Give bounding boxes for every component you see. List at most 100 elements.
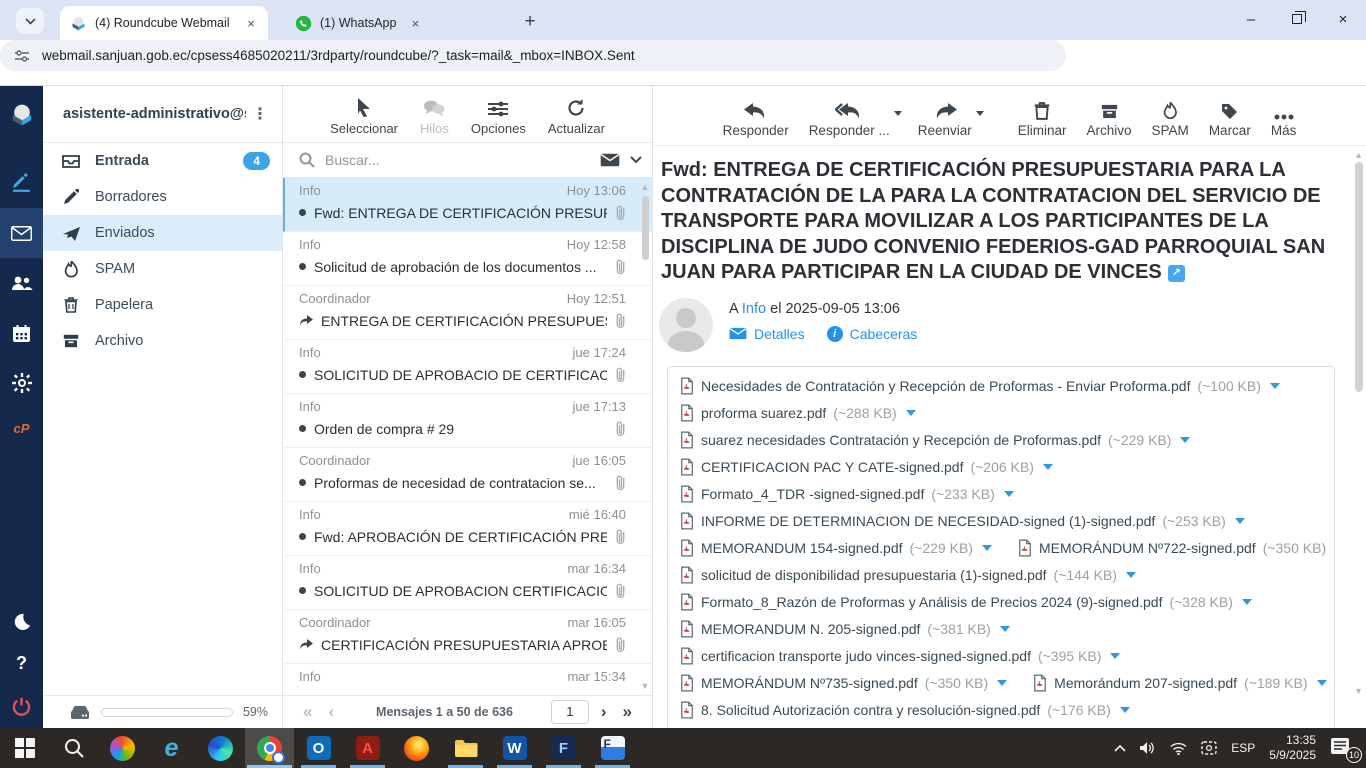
file-explorer-icon[interactable]: [441, 728, 490, 768]
cast-icon[interactable]: [1201, 741, 1217, 755]
wifi-icon[interactable]: [1170, 742, 1187, 755]
details-toggle[interactable]: Detalles: [729, 326, 805, 342]
attachment-item[interactable]: Formato_8_Razón de Proformas y Análisis …: [680, 593, 1252, 611]
forward-button[interactable]: Reenviar: [918, 103, 972, 138]
volume-icon[interactable]: [1140, 741, 1156, 755]
list-scrollbar-thumb[interactable]: [642, 196, 649, 260]
message-row[interactable]: Infojue 17:13 Orden de compra # 29: [283, 394, 652, 448]
attachment-item[interactable]: MEMORANDUM 154-signed.pdf(~229 KB): [680, 539, 992, 557]
attachment-item[interactable]: suarez necesidades Contratación y Recepc…: [680, 431, 1190, 449]
tab-close-icon[interactable]: ×: [406, 14, 424, 32]
url-bar[interactable]: webmail.sanjuan.gob.ec/cpsess4685020211/…: [0, 40, 1066, 71]
reply-all-button[interactable]: Responder ...: [809, 103, 890, 138]
next-page-button[interactable]: ›: [593, 702, 615, 722]
attachment-menu-caret[interactable]: [997, 680, 1007, 686]
start-button[interactable]: [0, 728, 49, 768]
attachment-item[interactable]: 8. Solicitud Autorización contra y resol…: [680, 701, 1130, 719]
attachment-menu-caret[interactable]: [1120, 707, 1130, 713]
attachment-item[interactable]: proforma suarez.pdf(~288 KB): [680, 404, 916, 422]
open-in-new-icon[interactable]: ↗: [1168, 265, 1185, 282]
url-text[interactable]: webmail.sanjuan.gob.ec/cpsess4685020211/…: [42, 48, 635, 63]
attachment-menu-caret[interactable]: [982, 545, 992, 551]
language-indicator[interactable]: ESP: [1231, 741, 1255, 755]
folder-entrada[interactable]: Entrada 4: [43, 143, 282, 179]
spam-button[interactable]: SPAM: [1152, 102, 1189, 138]
prev-page-button[interactable]: ‹: [320, 702, 342, 722]
tray-expand-icon[interactable]: [1114, 744, 1126, 752]
unknown-app-icon-1[interactable]: F: [539, 728, 588, 768]
mail-nav-icon[interactable]: [0, 208, 43, 258]
attachment-item[interactable]: Formato_4_TDR -signed-signed.pdf(~233 KB…: [680, 485, 1014, 503]
tab-search-icon[interactable]: [16, 8, 44, 34]
attachment-menu-caret[interactable]: [1126, 572, 1136, 578]
copilot-icon[interactable]: [98, 728, 147, 768]
cpanel-icon[interactable]: cP: [0, 408, 43, 448]
options-button[interactable]: Opciones: [471, 101, 526, 136]
contacts-nav-icon[interactable]: [0, 258, 43, 308]
compose-icon[interactable]: [0, 158, 43, 208]
message-row[interactable]: Coordinadormar 16:05 CERTIFICACIÓN PRESU…: [283, 610, 652, 664]
attachment-menu-caret[interactable]: [906, 410, 916, 416]
attachment-menu-caret[interactable]: [1317, 680, 1327, 686]
unknown-app-icon-2[interactable]: F: [588, 728, 637, 768]
site-settings-icon[interactable]: [14, 48, 30, 64]
message-row[interactable]: Infomié 16:40 Fwd: APROBACIÓN DE CERTIFI…: [283, 502, 652, 556]
search-placeholder[interactable]: Buscar...: [325, 152, 590, 168]
folder-spam[interactable]: SPAM: [43, 251, 282, 287]
attachment-item[interactable]: solicitud de disponibilidad presupuestar…: [680, 566, 1136, 584]
tab-close-icon[interactable]: ×: [244, 14, 258, 32]
message-row[interactable]: InfoHoy 12:58 Solicitud de aprobación de…: [283, 232, 652, 286]
firefox-icon[interactable]: [392, 728, 441, 768]
search-bar[interactable]: Buscar...: [283, 143, 652, 178]
dark-mode-icon[interactable]: [0, 600, 43, 642]
logout-icon[interactable]: [0, 684, 43, 728]
word-icon[interactable]: W: [490, 728, 539, 768]
attachment-item[interactable]: certificacion transporte judo vinces-sig…: [680, 647, 1120, 665]
calendar-nav-icon[interactable]: [0, 308, 43, 358]
message-row[interactable]: Infomar 16:34 SOLICITUD DE APROBACION CE…: [283, 556, 652, 610]
internet-explorer-icon[interactable]: e: [147, 728, 196, 768]
settings-nav-icon[interactable]: [0, 358, 43, 408]
forward-caret-icon[interactable]: [976, 111, 984, 116]
attachment-item[interactable]: MEMORANDUM N. 205-signed.pdf(~381 KB): [680, 620, 1010, 638]
attachment-menu-caret[interactable]: [1180, 437, 1190, 443]
refresh-list-button[interactable]: Actualizar: [548, 99, 605, 136]
mark-button[interactable]: Marcar: [1209, 103, 1251, 138]
message-row[interactable]: Coordinadorjue 16:05 Proformas de necesi…: [283, 448, 652, 502]
new-tab-button[interactable]: +: [518, 10, 542, 34]
window-restore-button[interactable]: [1274, 0, 1320, 38]
list-scroll-down-icon[interactable]: ▼: [640, 681, 650, 691]
clock[interactable]: 13:35 5/9/2025: [1269, 733, 1316, 763]
attachment-item[interactable]: INFORME DE DETERMINACION DE NECESIDAD-si…: [680, 512, 1245, 530]
message-row[interactable]: InfoHoy 13:06 Fwd: ENTREGA DE CERTIFICAC…: [283, 178, 652, 232]
first-page-button[interactable]: «: [295, 702, 320, 722]
account-menu-icon[interactable]: ⋮: [246, 104, 274, 124]
reply-button[interactable]: Responder: [723, 103, 789, 138]
message-row[interactable]: Infojue 17:24 SOLICITUD DE APROBACIO DE …: [283, 340, 652, 394]
attachment-item[interactable]: MEMORÁNDUM Nº735-signed.pdf(~350 KB): [680, 674, 1007, 692]
edge-icon[interactable]: [196, 728, 245, 768]
taskbar-search-icon[interactable]: [49, 728, 98, 768]
more-button[interactable]: Más: [1271, 106, 1297, 138]
list-scroll-up-icon[interactable]: ▲: [640, 182, 650, 192]
reply-all-caret-icon[interactable]: [894, 111, 902, 116]
roundcube-logo[interactable]: [0, 86, 43, 144]
attachment-menu-caret[interactable]: [1270, 383, 1280, 389]
reading-scroll-up-icon[interactable]: ▲: [1354, 150, 1363, 160]
message-row[interactable]: CoordinadorHoy 12:51 ENTREGA DE CERTIFIC…: [283, 286, 652, 340]
reading-scrollbar-thumb[interactable]: [1355, 162, 1363, 392]
attachment-menu-caret[interactable]: [1110, 653, 1120, 659]
tab-roundcube[interactable]: (4) Roundcube Webmail :: Envia ×: [60, 6, 268, 40]
folder-archivo[interactable]: Archivo: [43, 323, 282, 359]
archive-button[interactable]: Archivo: [1087, 103, 1132, 138]
search-options-chevron-icon[interactable]: [630, 156, 642, 164]
window-close-button[interactable]: ×: [1320, 0, 1366, 38]
attachment-menu-caret[interactable]: [1000, 626, 1010, 632]
search-scope-mail-icon[interactable]: [600, 153, 620, 167]
acrobat-icon[interactable]: A: [343, 728, 392, 768]
headers-toggle[interactable]: i Cabeceras: [827, 326, 918, 342]
attachment-menu-caret[interactable]: [1242, 599, 1252, 605]
folder-borradores[interactable]: Borradores: [43, 179, 282, 215]
page-number-input[interactable]: 1: [551, 700, 589, 724]
window-minimize-button[interactable]: –: [1228, 0, 1274, 38]
